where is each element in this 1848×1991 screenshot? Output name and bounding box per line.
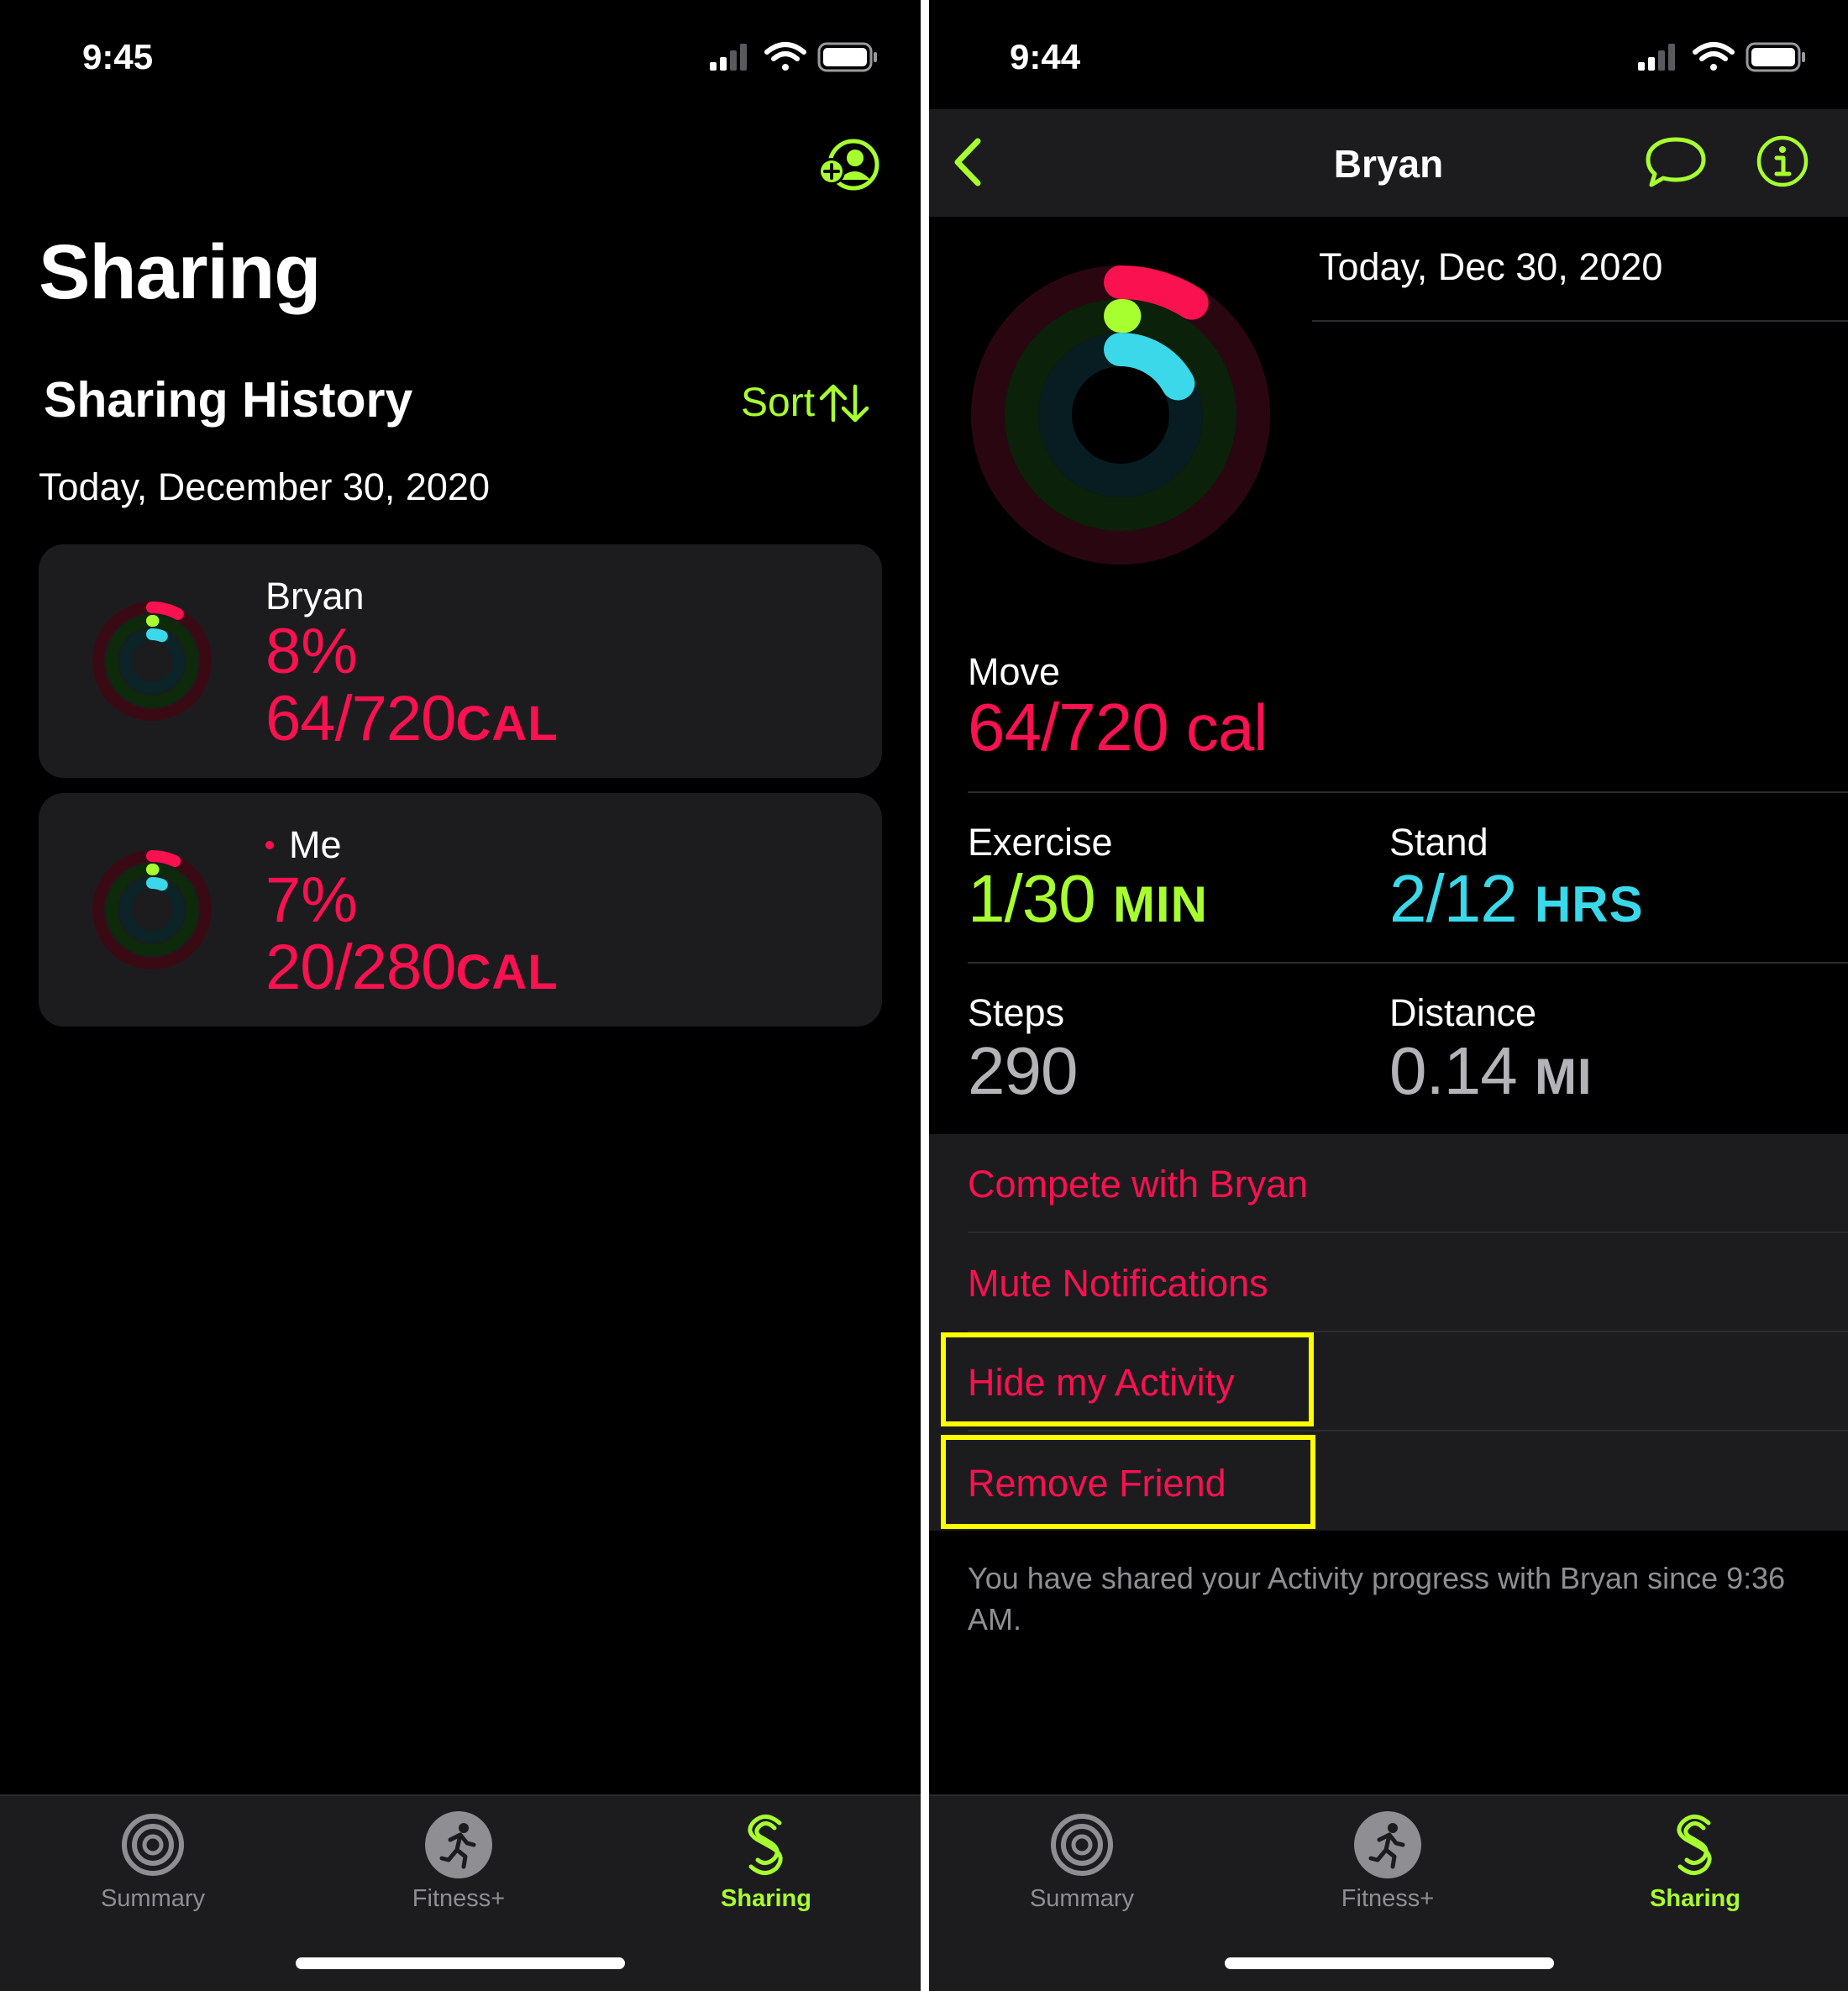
- tab-label: Fitness+: [412, 1885, 506, 1912]
- section-title: Sharing History: [44, 372, 413, 428]
- status-icons: [710, 42, 877, 72]
- steps-label: Steps: [968, 991, 1065, 1034]
- nav-title: Bryan: [1333, 142, 1444, 186]
- activity-rings: [971, 265, 1270, 565]
- divider: [968, 962, 1848, 964]
- home-indicator[interactable]: [296, 1957, 625, 1969]
- page-title: Sharing: [39, 229, 321, 315]
- friend-name: Bryan: [265, 575, 365, 617]
- divider: [1312, 320, 1848, 322]
- running-figure-icon: [1354, 1811, 1421, 1878]
- friend-name: Me: [265, 823, 342, 867]
- stand-ring-track: [119, 628, 185, 694]
- mute-notifications-button[interactable]: Mute Notifications: [968, 1262, 1268, 1305]
- running-figure-icon: [425, 1811, 492, 1878]
- move-percent: 7%: [265, 864, 358, 936]
- tab-summary[interactable]: Summary: [69, 1811, 237, 1913]
- wifi-icon: [764, 42, 806, 71]
- wifi-icon: [1693, 42, 1735, 71]
- divider: [968, 1232, 1848, 1233]
- summary-rings-icon: [122, 1814, 184, 1876]
- activity-rings-icon: [92, 602, 212, 721]
- compete-button[interactable]: Compete with Bryan: [968, 1163, 1308, 1206]
- sort-label: Sort: [741, 381, 816, 425]
- status-icons: [1638, 42, 1805, 72]
- tab-fitness-plus[interactable]: Fitness+: [1304, 1811, 1472, 1913]
- move-calories: 20/280CAL: [265, 932, 559, 1003]
- detail-date: Today, Dec 30, 2020: [1319, 245, 1663, 288]
- activity-rings-icon: [92, 850, 212, 969]
- tab-label: Sharing: [721, 1885, 811, 1912]
- message-bubble-icon[interactable]: [1645, 134, 1707, 190]
- home-indicator[interactable]: [1225, 1957, 1554, 1969]
- tab-label: Sharing: [1650, 1885, 1740, 1912]
- signal-icon: [1638, 44, 1675, 71]
- summary-rings-icon: [1051, 1814, 1113, 1876]
- stand-value: 2/12 HRS: [1389, 861, 1644, 936]
- signal-icon: [710, 44, 747, 71]
- move-value: 64/720 cal: [968, 690, 1268, 764]
- tab-summary[interactable]: Summary: [998, 1811, 1166, 1913]
- sort-button[interactable]: Sort: [741, 380, 870, 426]
- exercise-value: 1/30 MIN: [968, 861, 1208, 936]
- distance-value: 0.14 MI: [1389, 1033, 1593, 1108]
- steps-value: 290: [968, 1033, 1078, 1108]
- nav-bar: Bryan: [929, 109, 1848, 217]
- highlight-remove-friend: [941, 1435, 1315, 1529]
- divider: [968, 1430, 1848, 1432]
- tab-sharing[interactable]: Sharing: [1611, 1811, 1779, 1913]
- battery-icon: [1746, 42, 1805, 72]
- sharing-s-icon: [748, 1815, 783, 1875]
- move-label: Move: [968, 650, 1061, 693]
- tab-label: Summary: [100, 1885, 206, 1912]
- tab-label: Summary: [1029, 1885, 1135, 1912]
- info-icon[interactable]: [1756, 134, 1809, 188]
- sharing-since-note: You have shared your Activity progress w…: [968, 1561, 1786, 1636]
- sharing-screen: 9:45 Sharing Sharing History Sort Today,…: [0, 0, 921, 1991]
- status-time: 9:45: [82, 37, 154, 76]
- distance-label: Distance: [1389, 991, 1537, 1034]
- move-percent: 8%: [265, 616, 358, 687]
- stand-ring-track: [119, 877, 185, 943]
- battery-icon: [817, 42, 877, 72]
- status-time: 9:44: [1010, 37, 1081, 76]
- highlight-hide-activity: [941, 1332, 1314, 1426]
- friend-card-bryan[interactable]: Bryan 8% 64/720CAL: [39, 544, 882, 778]
- exercise-label: Exercise: [968, 821, 1113, 864]
- move-calories: 64/720CAL: [265, 683, 559, 754]
- sort-arrows-icon: [819, 384, 869, 422]
- friend-detail-screen: 9:44 Bryan Today, Dec 30, 2020 Move 64/7…: [929, 0, 1848, 1991]
- tab-sharing[interactable]: Sharing: [682, 1811, 850, 1913]
- stand-label: Stand: [1389, 821, 1488, 864]
- me-dot-icon: [265, 841, 274, 849]
- divider: [968, 791, 1848, 793]
- friend-card-me[interactable]: Me 7% 20/280CAL: [39, 793, 882, 1027]
- add-friend-icon[interactable]: [816, 138, 882, 192]
- sharing-s-icon: [1677, 1815, 1712, 1875]
- tab-fitness-plus[interactable]: Fitness+: [375, 1811, 543, 1913]
- tab-label: Fitness+: [1341, 1885, 1435, 1912]
- date-header: Today, December 30, 2020: [39, 465, 490, 508]
